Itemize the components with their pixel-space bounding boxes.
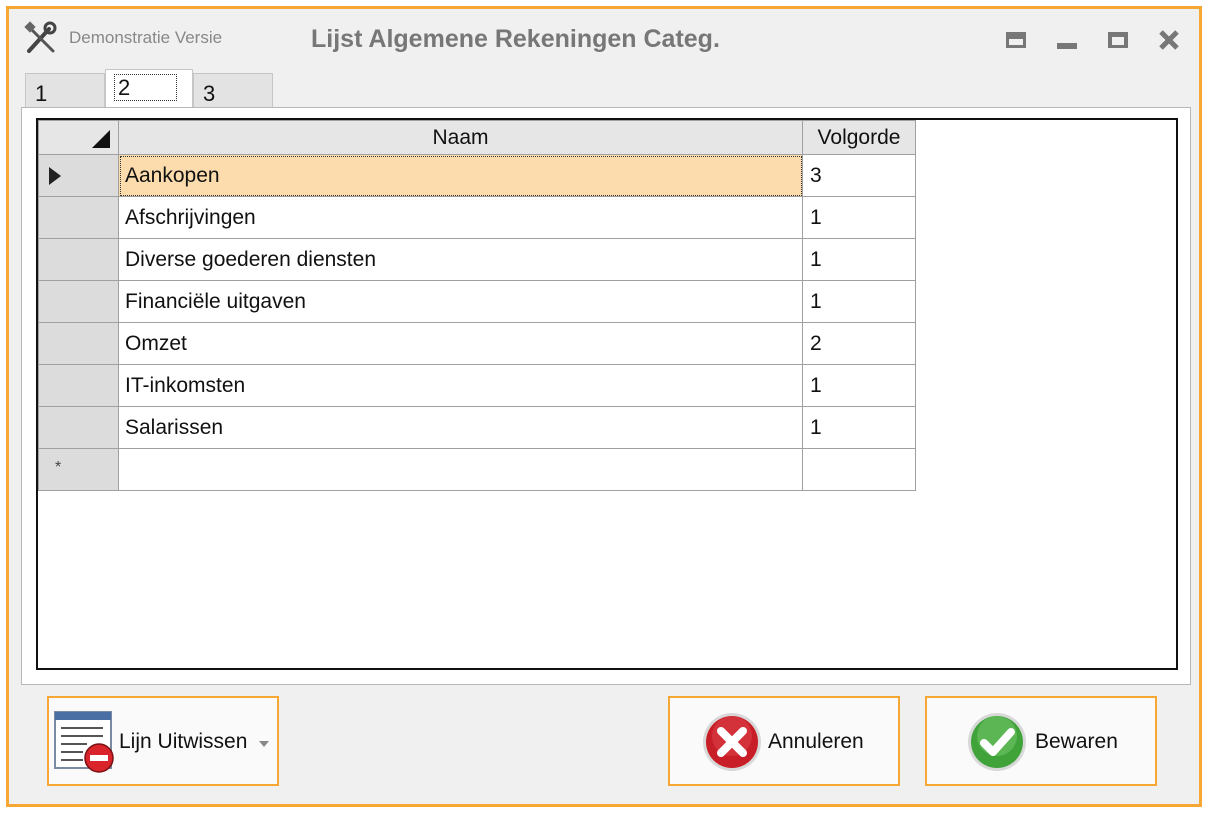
- tools-icon: [24, 21, 57, 53]
- tab-label: 3: [203, 81, 216, 106]
- row-header[interactable]: [38, 154, 119, 197]
- save-label: Bewaren: [1035, 730, 1118, 753]
- table-row[interactable]: IT-inkomsten 1: [38, 364, 916, 407]
- cell-volgorde[interactable]: 1: [802, 406, 916, 449]
- demo-version-label: Demonstratie Versie: [69, 28, 223, 47]
- column-header-volgorde[interactable]: Volgorde: [802, 120, 916, 155]
- new-row-marker: *: [55, 459, 62, 476]
- delete-line-button[interactable]: Lijn Uitwissen: [47, 696, 279, 786]
- tab-label: 1: [35, 81, 48, 106]
- corner-triangle-icon: [92, 130, 110, 148]
- tab-2[interactable]: 2: [105, 69, 193, 107]
- tab-3[interactable]: 3: [193, 73, 273, 107]
- cell-naam[interactable]: Salarissen: [118, 406, 803, 449]
- data-grid[interactable]: Naam Volgorde Aankopen 3 Afschrijvingen …: [36, 118, 1178, 670]
- row-header[interactable]: [38, 238, 119, 281]
- maximize-icon[interactable]: [1105, 27, 1131, 53]
- cell-naam[interactable]: [118, 448, 803, 491]
- column-header-naam[interactable]: Naam: [118, 120, 803, 155]
- cancel-button[interactable]: Annuleren: [668, 696, 900, 786]
- row-header[interactable]: [38, 364, 119, 407]
- select-all-corner[interactable]: [38, 120, 119, 155]
- table-row[interactable]: Salarissen 1: [38, 406, 916, 449]
- cell-volgorde[interactable]: 1: [802, 196, 916, 239]
- cell-volgorde[interactable]: 1: [802, 280, 916, 323]
- table-row[interactable]: Afschrijvingen 1: [38, 196, 916, 239]
- green-check-circle-icon: [968, 713, 1026, 771]
- cell-naam[interactable]: Diverse goederen diensten: [118, 238, 803, 281]
- tab-panel: Naam Volgorde Aankopen 3 Afschrijvingen …: [21, 107, 1191, 685]
- red-x-circle-icon: [703, 713, 761, 771]
- table-row[interactable]: Financiële uitgaven 1: [38, 280, 916, 323]
- cell-naam[interactable]: Financiële uitgaven: [118, 280, 803, 323]
- tab-1[interactable]: 1: [25, 73, 105, 107]
- cell-volgorde[interactable]: 1: [802, 364, 916, 407]
- cell-volgorde[interactable]: [802, 448, 916, 491]
- table-row[interactable]: Diverse goederen diensten 1: [38, 238, 916, 281]
- row-header[interactable]: *: [38, 448, 119, 491]
- tab-label: 2: [113, 74, 178, 101]
- minimize-icon[interactable]: [1054, 27, 1080, 53]
- new-row[interactable]: *: [38, 448, 916, 491]
- window-title: Lijst Algemene Rekeningen Categ.: [311, 25, 720, 53]
- window: Demonstratie Versie Lijst Algemene Reken…: [6, 6, 1202, 807]
- cell-volgorde[interactable]: 3: [802, 154, 916, 197]
- cell-naam[interactable]: IT-inkomsten: [118, 364, 803, 407]
- delete-line-label: Lijn Uitwissen: [119, 730, 248, 753]
- current-row-arrow-icon: [49, 167, 61, 185]
- cell-volgorde[interactable]: 2: [802, 322, 916, 365]
- cell-naam[interactable]: Aankopen: [118, 154, 803, 197]
- row-header[interactable]: [38, 196, 119, 239]
- cell-naam[interactable]: Omzet: [118, 322, 803, 365]
- list-remove-icon: [54, 711, 114, 773]
- save-button[interactable]: Bewaren: [925, 696, 1157, 786]
- grid-table: Naam Volgorde Aankopen 3 Afschrijvingen …: [38, 120, 916, 491]
- row-header[interactable]: [38, 280, 119, 323]
- row-header[interactable]: [38, 406, 119, 449]
- cell-volgorde[interactable]: 1: [802, 238, 916, 281]
- cell-naam[interactable]: Afschrijvingen: [118, 196, 803, 239]
- cancel-label: Annuleren: [768, 730, 864, 753]
- row-header[interactable]: [38, 322, 119, 365]
- dropdown-arrow-icon[interactable]: [259, 741, 269, 747]
- close-icon[interactable]: [1156, 27, 1182, 53]
- restore-icon[interactable]: [1003, 27, 1029, 53]
- title-bar: Demonstratie Versie Lijst Algemene Reken…: [9, 9, 1199, 71]
- table-row[interactable]: Omzet 2: [38, 322, 916, 365]
- table-row[interactable]: Aankopen 3: [38, 154, 916, 197]
